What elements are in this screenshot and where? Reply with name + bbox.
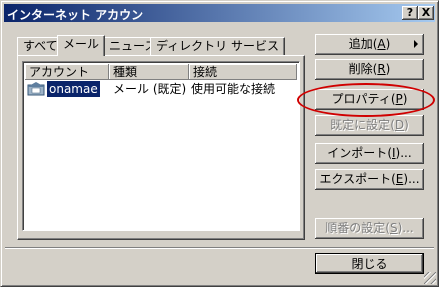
close-window-button[interactable]: X	[418, 6, 434, 20]
close-button[interactable]: 閉じる	[315, 253, 424, 274]
internet-accounts-window: インターネット アカウン ? X すべて メール ニュース ディレクトリ サービ…	[0, 0, 439, 287]
title-bar[interactable]: インターネット アカウン ? X	[4, 4, 435, 22]
account-list[interactable]: アカウント 種類 接続 onamae メール (既定) 使用可能な接続	[22, 61, 300, 231]
window-title: インターネット アカウン	[7, 8, 144, 22]
tab-mail[interactable]: メール	[57, 35, 106, 56]
properties-button[interactable]: プロパティ(P)	[315, 89, 424, 110]
account-connection: 使用可能な接続	[191, 82, 276, 96]
set-default-button[interactable]: 既定に設定(D)	[315, 115, 424, 136]
column-header-type[interactable]: 種類	[109, 64, 189, 80]
separator	[5, 247, 434, 249]
remove-button[interactable]: 削除(R)	[315, 59, 424, 80]
account-type: メール (既定)	[113, 82, 187, 96]
add-button[interactable]: 追加(A)	[315, 34, 424, 55]
mail-account-icon	[27, 82, 45, 100]
list-item[interactable]: onamae メール (既定) 使用可能な接続	[25, 81, 295, 97]
column-header-connection[interactable]: 接続	[189, 64, 297, 80]
help-button[interactable]: ?	[402, 6, 418, 20]
chevron-right-icon	[414, 40, 418, 48]
set-order-button[interactable]: 順番の設定(S)...	[315, 218, 424, 239]
tab-directory-service[interactable]: ディレクトリ サービス	[150, 37, 285, 55]
import-button[interactable]: インポート(I)...	[315, 143, 424, 164]
column-header-account[interactable]: アカウント	[25, 64, 109, 80]
resize-grip-icon[interactable]	[424, 272, 436, 284]
export-button[interactable]: エクスポート(E)...	[315, 169, 424, 190]
account-name: onamae	[47, 81, 100, 97]
